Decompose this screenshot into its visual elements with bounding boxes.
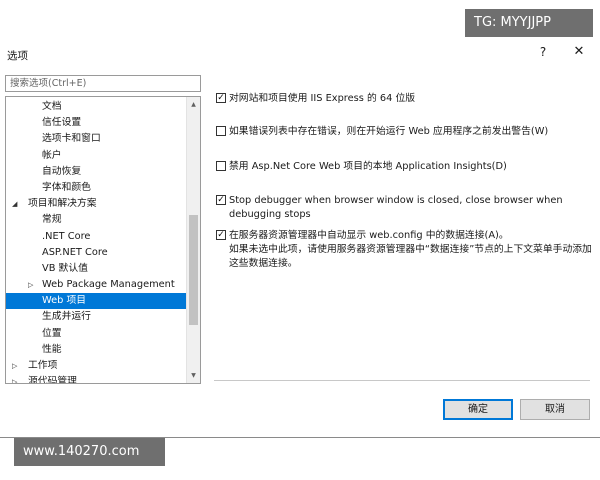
tree-item-label: 帐户 bbox=[42, 149, 62, 161]
tree-item-label: 项目和解决方案 bbox=[28, 198, 97, 210]
dialog-title: 选项 bbox=[7, 50, 28, 62]
option-note: 如果未选中此项，请使用服务器资源管理器中“数据连接”节点的上下文菜单手动添加这些… bbox=[229, 244, 592, 269]
tree-item[interactable]: 常规 bbox=[6, 212, 187, 228]
checkbox[interactable]: ✓ bbox=[216, 230, 226, 240]
close-button[interactable]: ✕ bbox=[570, 43, 588, 61]
tree-item-label: 自动恢复 bbox=[42, 165, 82, 177]
search-input[interactable] bbox=[5, 75, 201, 92]
tree-item[interactable]: 信任设置 bbox=[6, 115, 187, 131]
options-dialog: 选项 ? ✕ 文档信任设置选项卡和窗口帐户自动恢复字体和颜色 ◢ 项目和解决方案常规… bbox=[0, 38, 600, 438]
checkbox[interactable] bbox=[216, 161, 226, 171]
collapsed-arrow-icon[interactable]: ▷ bbox=[12, 374, 17, 383]
tree-item-label: Web Package Management bbox=[42, 279, 175, 291]
option-label: 禁用 Asp.Net Core Web 项目的本地 Application In… bbox=[229, 161, 507, 172]
watermark-bottom: www.140270.com bbox=[14, 438, 165, 466]
tree-item-label: VB 默认值 bbox=[42, 262, 88, 274]
scroll-down-icon[interactable]: ▼ bbox=[187, 369, 200, 382]
tree-item-label: .NET Core bbox=[42, 230, 91, 242]
cancel-button[interactable]: 取消 bbox=[520, 399, 590, 420]
tree-item[interactable]: ▷ 工作项 bbox=[6, 358, 187, 374]
ok-button[interactable]: 确定 bbox=[443, 399, 513, 420]
tree-item[interactable]: 文档 bbox=[6, 99, 187, 115]
tree-item[interactable]: ▷ Web Package Management bbox=[6, 277, 187, 293]
tree-item-label: 工作项 bbox=[28, 360, 58, 371]
tree-item[interactable]: ▷ 源代码管理 bbox=[6, 374, 187, 384]
tree-item[interactable]: 性能 bbox=[6, 342, 187, 358]
options-tree: 文档信任设置选项卡和窗口 帐户自动恢复字体和颜色 ◢ 项目和解决方案常规 .NET Co… bbox=[5, 96, 201, 384]
tree-item-label: 生成并运行 bbox=[42, 311, 91, 323]
tree-item[interactable]: 生成并运行 bbox=[6, 309, 187, 325]
collapsed-arrow-icon[interactable]: ▷ bbox=[28, 277, 33, 293]
tree-item[interactable]: 字体和颜色 bbox=[6, 180, 187, 196]
tree-item-label: 字体和颜色 bbox=[42, 181, 91, 193]
option-label: 对网站和项目使用 IIS Express 的 64 位版 bbox=[229, 93, 416, 104]
tree-item-label: 性能 bbox=[42, 343, 62, 355]
tree-item[interactable]: Web 项目 bbox=[6, 293, 187, 310]
scroll-up-icon[interactable]: ▲ bbox=[187, 98, 200, 111]
tree-item[interactable]: 位置 bbox=[6, 326, 187, 342]
tree-item-label: Web 项目 bbox=[42, 295, 87, 307]
tree-item-label: 选项卡和窗口 bbox=[42, 133, 101, 145]
tree-item[interactable]: .NET Core bbox=[6, 229, 187, 245]
expanded-arrow-icon[interactable]: ◢ bbox=[12, 196, 17, 212]
watermark-top: TG: MYYJJPP bbox=[465, 9, 593, 37]
tree-items: 文档信任设置选项卡和窗口 帐户自动恢复字体和颜色 ◢ 项目和解决方案常规 .NET Co… bbox=[6, 99, 187, 384]
divider bbox=[214, 380, 590, 381]
tree-item-label: 源代码管理 bbox=[28, 376, 77, 384]
checkbox[interactable]: ✓ bbox=[216, 195, 226, 205]
help-button[interactable]: ? bbox=[534, 43, 552, 61]
option-label: Stop debugger when browser window is clo… bbox=[229, 195, 563, 220]
tree-item[interactable]: 选项卡和窗口 bbox=[6, 131, 187, 147]
tree-item-label: 位置 bbox=[42, 327, 62, 339]
tree-item[interactable]: ◢ 项目和解决方案 bbox=[6, 196, 187, 212]
tree-item-label: ASP.NET Core bbox=[42, 246, 108, 258]
option-label: 如果错误列表中存在错误，则在开始运行 Web 应用程序之前发出警告(W) bbox=[229, 126, 549, 137]
tree-item-label: 常规 bbox=[42, 214, 62, 226]
checkbox[interactable] bbox=[216, 126, 226, 136]
option-label: 在服务器资源管理器中自动显示 web.config 中的数据连接(A)。 bbox=[229, 230, 509, 241]
tree-item[interactable]: 帐户 bbox=[6, 148, 187, 164]
collapsed-arrow-icon[interactable]: ▷ bbox=[12, 358, 17, 374]
tree-item[interactable]: VB 默认值 bbox=[6, 261, 187, 277]
checkbox[interactable]: ✓ bbox=[216, 93, 226, 103]
scroll-thumb[interactable] bbox=[189, 215, 198, 325]
tree-item[interactable]: ASP.NET Core bbox=[6, 245, 187, 261]
tree-item-label: 文档 bbox=[42, 101, 62, 112]
tree-scrollbar[interactable]: ▲ ▼ bbox=[186, 97, 200, 383]
tree-item-label: 信任设置 bbox=[42, 117, 82, 129]
tree-item[interactable]: 自动恢复 bbox=[6, 164, 187, 180]
